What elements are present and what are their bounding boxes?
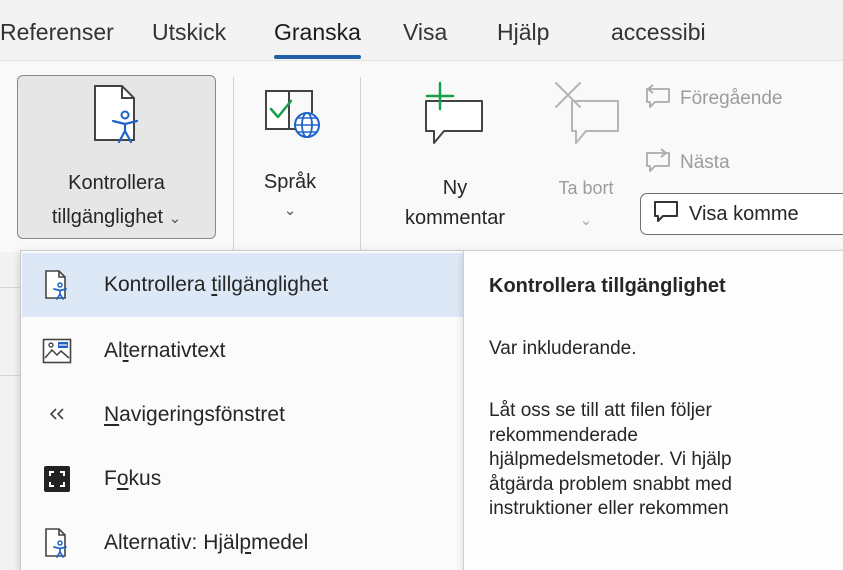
tooltip-title: Kontrollera tillgänglighet <box>489 275 726 297</box>
new-comment-label-line1: Ny <box>442 177 468 199</box>
delete-comment-label: Ta bort <box>558 178 614 198</box>
language-translate-icon <box>263 83 323 149</box>
navigation-pane-icon <box>22 405 82 425</box>
alt-text-icon <box>22 338 82 364</box>
group-divider <box>233 77 234 255</box>
ribbon-tab-bar: Referenser Utskick Granska Visa Hjälp ac… <box>0 0 843 60</box>
tooltip-body-line: Låt oss se till att filen följer <box>489 400 712 421</box>
show-comments-icon <box>653 199 679 229</box>
next-comment-label: Nästa <box>680 152 730 173</box>
previous-comment-icon <box>644 83 672 115</box>
next-comment-icon <box>644 147 672 179</box>
menu-item-check-accessibility[interactable]: Kontrollera tillgänglighet <box>22 253 463 317</box>
tooltip-body-line: rekommenderade <box>489 424 638 446</box>
accessibility-document-icon <box>92 84 142 152</box>
divider <box>0 375 20 376</box>
tab-accessibility[interactable]: accessibi <box>611 17 706 47</box>
new-comment-button[interactable]: Ny kommentar <box>376 75 534 239</box>
menu-item-navigation-pane[interactable]: Navigeringsfönstret <box>22 383 463 447</box>
chevron-down-icon: ⌄ <box>579 212 593 229</box>
tab-referenser[interactable]: Referenser <box>0 17 114 47</box>
check-accessibility-label-text: tillgänglighet <box>51 206 164 228</box>
show-comments-button[interactable]: Visa komme <box>640 193 843 235</box>
new-comment-icon <box>422 79 488 157</box>
delete-comment-button[interactable]: Ta bort ⌄ <box>538 75 634 239</box>
focus-icon <box>22 465 82 493</box>
tooltip-body: Låt oss se till att filen följer rekomme… <box>489 399 843 522</box>
tab-utskick[interactable]: Utskick <box>152 17 226 47</box>
super-tooltip: Kontrollera tillgänglighet Var inkludera… <box>463 250 843 570</box>
document-edge <box>0 252 20 570</box>
accessibility-dropdown-menu: Kontrollera tillgänglighet Alternativtex… <box>20 250 464 570</box>
accessibility-checker-icon <box>22 270 82 300</box>
language-button[interactable]: Språk ⌄ <box>245 75 335 239</box>
tooltip-body-line: åtgärda problem snabbt med <box>489 473 732 495</box>
previous-comment-label: Föregående <box>680 88 783 109</box>
menu-item-alt-text[interactable]: Alternativtext <box>22 319 463 383</box>
tab-granska[interactable]: Granska <box>274 17 361 59</box>
language-label: Språk <box>263 171 317 193</box>
show-comments-label: Visa komme <box>689 202 799 225</box>
menu-item-label: Kontrollera tillgänglighet <box>104 273 329 296</box>
tooltip-body-line: hjälpmedelsmetoder. Vi hjälp <box>489 449 732 470</box>
delete-comment-icon <box>550 79 622 157</box>
menu-item-label: Navigeringsfönstret <box>104 403 285 426</box>
menu-item-label: Alternativtext <box>104 339 226 362</box>
tooltip-body-line: instruktioner eller rekommen <box>489 498 729 519</box>
new-comment-label-line2: kommentar <box>404 207 506 229</box>
menu-item-accessibility-options[interactable]: Alternativ: Hjälpmedel <box>22 511 463 570</box>
previous-comment-button[interactable]: Föregående <box>644 83 782 115</box>
divider <box>0 287 20 288</box>
menu-item-label: Fokus <box>104 467 162 490</box>
check-accessibility-label-line1: Kontrollera <box>68 172 165 194</box>
tab-granska-label: Granska <box>274 19 361 45</box>
tab-visa[interactable]: Visa <box>403 17 447 47</box>
tooltip-subtitle: Var inkluderande. <box>489 338 637 359</box>
menu-item-label: Alternativ: Hjälpmedel <box>104 531 309 554</box>
tab-hjalp[interactable]: Hjälp <box>497 17 549 47</box>
check-accessibility-button[interactable]: Kontrollera tillgänglighet ⌄ <box>17 75 216 239</box>
check-accessibility-label-line2: tillgänglighet ⌄ <box>18 204 215 232</box>
chevron-down-icon: ⌄ <box>168 210 182 227</box>
accessibility-options-icon <box>22 528 82 558</box>
menu-item-focus[interactable]: Fokus <box>22 447 463 511</box>
next-comment-button[interactable]: Nästa <box>644 147 730 179</box>
chevron-down-icon: ⌄ <box>283 202 297 219</box>
group-divider <box>360 77 361 255</box>
active-tab-indicator <box>274 55 361 59</box>
